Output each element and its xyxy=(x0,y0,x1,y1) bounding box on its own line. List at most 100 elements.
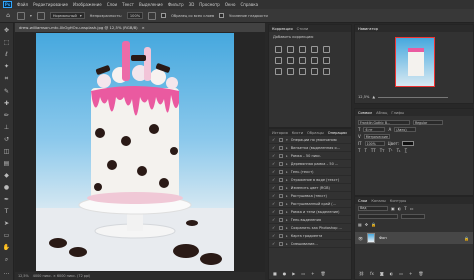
lock-all-icon[interactable]: 🔒 xyxy=(371,222,376,227)
selective-color-icon[interactable] xyxy=(323,68,330,75)
check-icon[interactable]: ✓ xyxy=(272,169,276,174)
action-row[interactable]: ✓ ▸ Растушевка (текст) xyxy=(269,192,351,200)
tab-character[interactable]: Символ xyxy=(358,111,372,115)
action-row[interactable]: ✓ ▸ Тень (текст) xyxy=(269,168,351,176)
text-color-swatch[interactable] xyxy=(402,141,415,146)
chevron-right-icon[interactable]: ▸ xyxy=(286,178,288,182)
invert-icon[interactable] xyxy=(275,68,282,75)
tab-glyphs[interactable]: Глифы xyxy=(391,111,404,115)
filter-pixel-icon[interactable]: ▣ xyxy=(391,206,395,211)
layer-row[interactable]: 👁 Фон 🔒 xyxy=(355,232,473,244)
clone-stamp-tool-icon[interactable]: ⊥ xyxy=(3,124,11,131)
tab-actions[interactable]: Операции xyxy=(328,131,347,135)
document-tab[interactable]: drew-williamson-mtc-0kOgHOx-unsplash.jpg… xyxy=(15,23,265,32)
lock-pixels-icon[interactable]: ▦ xyxy=(358,222,362,227)
dialog-toggle[interactable] xyxy=(279,137,283,142)
tab-adjustments[interactable]: Коррекция xyxy=(272,27,293,31)
check-icon[interactable]: ✓ xyxy=(272,153,276,158)
menu-3d[interactable]: 3D xyxy=(189,2,195,7)
action-row[interactable]: ✓ ▸ Деревянная рамка – 50 ... xyxy=(269,160,351,168)
menu-window[interactable]: Окно xyxy=(225,2,236,7)
chevron-right-icon[interactable]: ▸ xyxy=(286,154,288,158)
leading-field[interactable]: (Авто) xyxy=(394,127,417,132)
chevron-down-icon[interactable]: ▾ xyxy=(286,138,288,142)
menu-help[interactable]: Справка xyxy=(240,2,258,7)
chevron-right-icon[interactable]: ▸ xyxy=(286,194,288,198)
filter-shape-icon[interactable]: ▭ xyxy=(410,206,414,211)
check-icon[interactable]: ✓ xyxy=(272,201,276,206)
chevron-right-icon[interactable]: ▸ xyxy=(286,242,288,246)
tab-swatches[interactable]: Образцы xyxy=(307,131,324,135)
dialog-toggle[interactable] xyxy=(279,169,283,174)
tab-channels[interactable]: Каналы xyxy=(371,199,385,203)
trash-icon[interactable]: 🗑 xyxy=(321,271,326,276)
move-tool-icon[interactable]: ✥ xyxy=(3,27,11,34)
gradient-map-icon[interactable] xyxy=(311,68,318,75)
dialog-toggle[interactable] xyxy=(279,185,283,190)
mode-select[interactable]: Нормальный ▾ xyxy=(49,12,85,19)
chevron-right-icon[interactable]: ▸ xyxy=(286,170,288,174)
eyedropper-tool-icon[interactable]: ✎ xyxy=(3,88,11,95)
pen-tool-icon[interactable]: ✒ xyxy=(3,196,11,203)
new-layer-icon[interactable]: + xyxy=(409,271,412,276)
pressure-icon[interactable] xyxy=(148,11,157,20)
check-icon[interactable]: ✓ xyxy=(272,185,276,190)
dialog-toggle[interactable] xyxy=(279,217,283,222)
crop-tool-icon[interactable]: ⌗ xyxy=(3,75,11,83)
menu-edit[interactable]: Редактирование xyxy=(33,2,68,7)
tab-history[interactable]: История xyxy=(272,131,288,135)
lock-move-icon[interactable]: ✥ xyxy=(365,222,368,227)
check-icon[interactable]: ✓ xyxy=(272,209,276,214)
menu-layer[interactable]: Слои xyxy=(107,2,117,7)
kerning-field[interactable]: Метрические xyxy=(363,134,390,139)
brightness-contrast-icon[interactable] xyxy=(275,46,282,53)
action-row[interactable]: ✓ ▸ Рамка – 50 пикс. xyxy=(269,152,351,160)
photo-filter-icon[interactable] xyxy=(311,57,318,64)
dialog-toggle[interactable] xyxy=(279,233,283,238)
action-row[interactable]: ✓ ▸ Рамка и тени (выделение) xyxy=(269,208,351,216)
font-size-field[interactable]: 6 пт xyxy=(363,127,386,132)
underline-icon[interactable]: T̲ xyxy=(405,148,407,153)
sample-all-layers-checkbox[interactable] xyxy=(161,13,167,18)
font-style-select[interactable]: Regular xyxy=(413,120,443,125)
close-icon[interactable]: × xyxy=(142,25,145,30)
dialog-toggle[interactable] xyxy=(279,201,283,206)
action-row[interactable]: ✓ ▸ Сохранить как Photoshop ... xyxy=(269,224,351,232)
blur-tool-icon[interactable]: ◆ xyxy=(3,172,11,179)
check-icon[interactable]: ✓ xyxy=(272,137,276,142)
chevron-right-icon[interactable]: ▸ xyxy=(286,186,288,190)
tab-navigator[interactable]: Навигатор xyxy=(358,27,378,31)
check-icon[interactable]: ✓ xyxy=(272,217,276,222)
history-brush-tool-icon[interactable]: ↺ xyxy=(3,136,11,143)
add-mask-icon[interactable]: ◙ xyxy=(380,271,384,276)
small-caps-icon[interactable]: Tт xyxy=(380,148,385,153)
document-image[interactable] xyxy=(36,33,234,271)
filter-type-icon[interactable]: T xyxy=(404,206,406,211)
brush-settings-icon[interactable] xyxy=(36,11,45,20)
check-icon[interactable]: ✓ xyxy=(272,225,276,230)
vertical-scale-field[interactable]: 100% xyxy=(364,141,385,146)
delete-layer-icon[interactable]: 🗑 xyxy=(418,271,423,276)
dodge-tool-icon[interactable]: ● xyxy=(3,184,11,191)
faux-bold-icon[interactable]: T xyxy=(358,148,360,153)
new-set-icon[interactable]: ▭ xyxy=(301,271,305,276)
protect-checkbox[interactable] xyxy=(219,13,225,18)
subscript-icon[interactable]: T₁ xyxy=(397,148,401,153)
link-layers-icon[interactable]: ⛓ xyxy=(359,271,364,276)
brush-tool-icon[interactable]: ✏ xyxy=(3,112,11,119)
hue-saturation-icon[interactable] xyxy=(275,57,282,64)
path-selection-tool-icon[interactable]: ➤ xyxy=(3,220,11,227)
new-action-icon[interactable]: + xyxy=(311,271,314,276)
chevron-right-icon[interactable]: ▸ xyxy=(286,218,288,222)
gradient-tool-icon[interactable]: ▤ xyxy=(3,160,11,167)
new-group-icon[interactable]: ▭ xyxy=(399,271,403,276)
new-adjustment-icon[interactable]: ◐ xyxy=(390,271,394,276)
dialog-toggle[interactable] xyxy=(279,241,283,246)
menu-view[interactable]: Просмотр xyxy=(199,2,220,7)
type-tool-icon[interactable]: T xyxy=(3,208,11,215)
visibility-eye-icon[interactable]: 👁 xyxy=(358,236,363,241)
lasso-tool-icon[interactable]: ℓ xyxy=(3,51,11,58)
menu-filter[interactable]: Фильтр xyxy=(168,2,184,7)
check-icon[interactable]: ✓ xyxy=(272,193,276,198)
check-icon[interactable]: ✓ xyxy=(272,241,276,246)
